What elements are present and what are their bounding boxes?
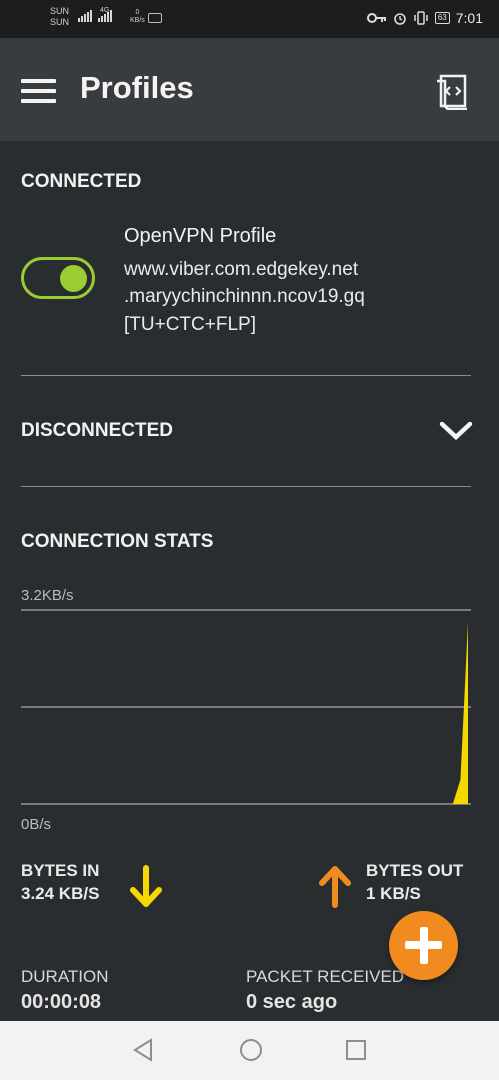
connection-stats-header: CONNECTION STATS	[21, 531, 214, 552]
status-bar: SUN SUN 4G 0 KB/s 63 7:01	[0, 0, 499, 38]
net-speed-unit: KB/s	[130, 17, 145, 24]
toggle-knob	[60, 265, 87, 292]
carrier-2: SUN	[50, 17, 70, 27]
profile-toggle[interactable]	[21, 257, 95, 299]
vpn-key-icon	[366, 13, 386, 23]
app-bar: Profiles	[0, 38, 499, 141]
chevron-down-icon[interactable]	[438, 418, 474, 444]
profile-name[interactable]: OpenVPN Profile	[124, 225, 276, 248]
arrow-down-icon	[130, 865, 162, 907]
system-nav-bar	[0, 1021, 499, 1080]
page-title: Profiles	[80, 70, 194, 105]
recents-icon[interactable]	[344, 1037, 368, 1063]
import-profile-icon[interactable]	[433, 72, 471, 110]
back-icon[interactable]	[131, 1037, 155, 1063]
plus-icon	[420, 927, 428, 964]
carrier-1: SUN	[50, 6, 70, 16]
divider	[21, 486, 471, 487]
y-tick-bottom: 0B/s	[21, 816, 52, 833]
connected-header: CONNECTED	[21, 171, 142, 192]
alarm-icon	[394, 13, 406, 25]
home-icon[interactable]	[238, 1037, 264, 1063]
profile-line-1: www.viber.com.edgekey.net	[124, 259, 359, 280]
net-speed: 0 KB/s	[130, 9, 145, 25]
packet-received-value: 0 sec ago	[246, 991, 338, 1013]
bytes-in-label: BYTES IN	[21, 861, 100, 880]
network-type: 4G	[100, 7, 110, 14]
traffic-series-area	[21, 622, 468, 804]
hamburger-menu-icon[interactable]	[21, 79, 56, 103]
divider	[21, 375, 471, 376]
duration-value: 00:00:08	[21, 991, 102, 1013]
net-speed-value: 0	[135, 9, 140, 16]
traffic-chart	[21, 609, 471, 805]
profile-line-2: .maryychinchinnn.ncov19.gq	[124, 286, 365, 307]
arrow-up-icon	[319, 866, 351, 908]
disconnected-header[interactable]: DISCONNECTED	[21, 420, 173, 442]
bytes-out-label: BYTES OUT	[366, 861, 464, 880]
bytes-out-value: 1 KB/S	[366, 884, 421, 903]
carrier-names: SUN SUN	[50, 6, 69, 28]
battery-icon: 63	[434, 12, 450, 24]
packet-received-label: PACKET RECEIVED	[246, 967, 405, 986]
clock: 7:01	[455, 10, 483, 26]
profile-line-3: [TU+CTC+FLP]	[124, 314, 256, 335]
status-right: 63 7:01	[366, 10, 483, 26]
signal-1-icon	[78, 10, 92, 22]
add-profile-button[interactable]	[389, 911, 458, 980]
vibrate-icon	[414, 11, 428, 25]
bytes-in-value: 3.24 KB/S	[21, 884, 100, 903]
duration-label: DURATION	[21, 967, 109, 986]
message-icon	[148, 13, 162, 23]
